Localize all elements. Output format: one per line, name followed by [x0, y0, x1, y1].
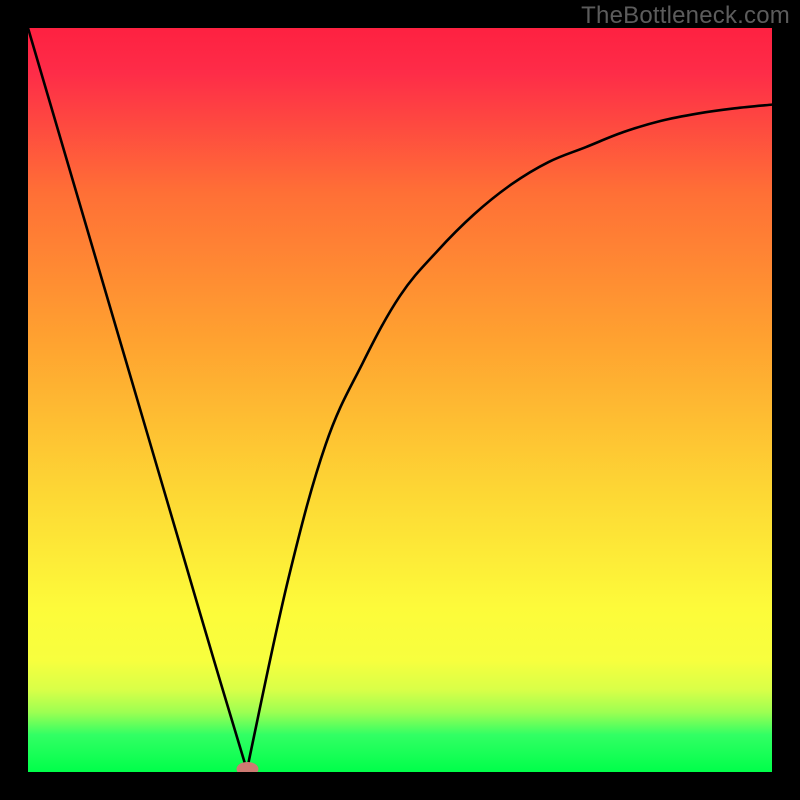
plot-svg: [28, 28, 772, 772]
watermark-text: TheBottleneck.com: [581, 2, 790, 30]
plot-area: [28, 28, 772, 772]
gradient-background: [28, 28, 772, 772]
chart-frame: TheBottleneck.com: [0, 0, 800, 800]
